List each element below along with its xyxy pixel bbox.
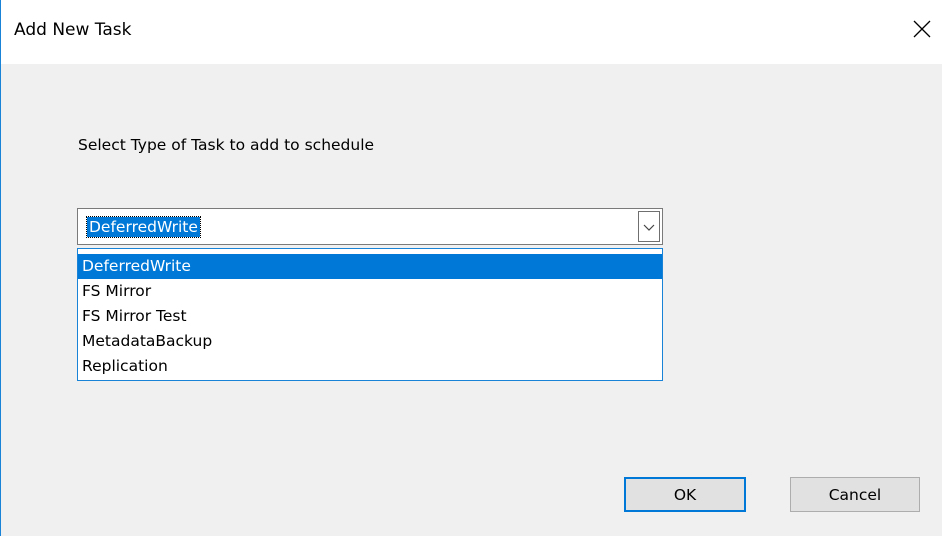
task-type-selected-value: DeferredWrite [86, 216, 201, 238]
task-type-option-fs-mirror-test[interactable]: FS Mirror Test [78, 304, 662, 329]
cancel-button[interactable]: Cancel [790, 477, 920, 512]
close-icon [913, 20, 931, 42]
close-button[interactable] [902, 6, 942, 56]
task-type-select[interactable]: DeferredWrite [77, 208, 663, 245]
title-bar: Add New Task [1, 0, 942, 64]
add-new-task-dialog: Add New Task Select Type of Task to add … [0, 0, 942, 536]
cancel-button-label: Cancel [828, 485, 882, 504]
task-type-option-replication[interactable]: Replication [78, 354, 662, 379]
ok-button[interactable]: OK [624, 477, 746, 512]
task-type-option-metadatabackup[interactable]: MetadataBackup [78, 329, 662, 354]
dialog-title: Add New Task [14, 20, 132, 40]
dropdown-toggle-button[interactable] [638, 211, 660, 242]
chevron-down-icon [643, 218, 655, 236]
task-type-dropdown-list: DeferredWrite FS Mirror FS Mirror Test M… [77, 248, 663, 381]
task-type-prompt: Select Type of Task to add to schedule [78, 136, 375, 154]
task-type-option-deferredwrite[interactable]: DeferredWrite [78, 254, 662, 279]
ok-button-label: OK [673, 485, 697, 504]
task-type-option-fs-mirror[interactable]: FS Mirror [78, 279, 662, 304]
